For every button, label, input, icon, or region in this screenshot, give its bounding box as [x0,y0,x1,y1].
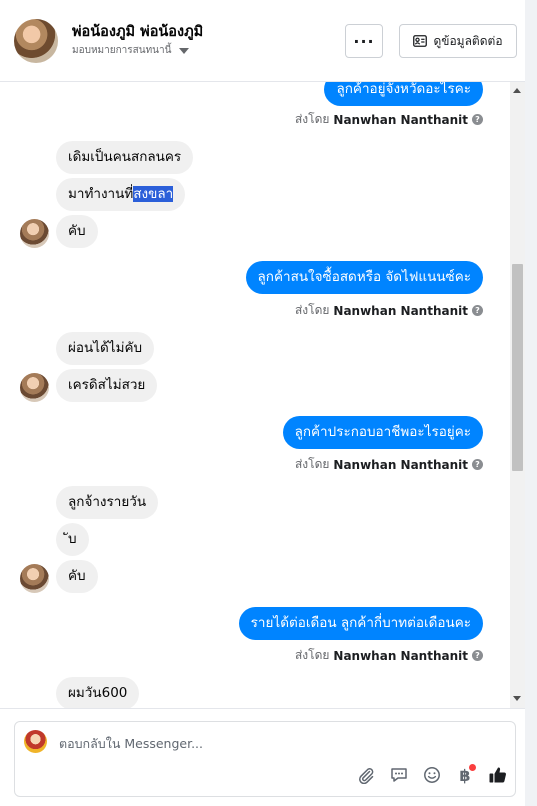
conversation-header: พ่อน้องภูมิ พ่อน้องภูมิ มอบหมายการสนทนาน… [0,0,525,82]
help-icon[interactable]: ? [472,114,483,125]
incoming-message[interactable]: ผ่อนได้ไม่คับ [56,332,155,365]
incoming-message[interactable]: มาทำงานที่สงขลา [56,178,186,211]
assign-conversation-label: มอบหมายการสนทนานี้ [72,45,172,56]
incoming-message[interactable]: คับ [56,215,98,248]
message-row-incoming: คับ [56,560,98,593]
sent-by-line: ส่งโดย Nanwhan Nanthanit ? [295,455,483,474]
contact-avatar[interactable] [14,19,58,63]
message-row-incoming: ับ [56,523,89,556]
sender-avatar[interactable] [20,373,49,402]
sent-by-agent[interactable]: Nanwhan Nanthanit [333,649,468,663]
message-row-incoming: เดิมเป็นคนสกลนคร [56,141,194,174]
outgoing-message[interactable]: ลูกค้าสนใจซื้อสดหรือ จัดไฟแนนซ์คะ [245,261,483,294]
message-row-outgoing: ลูกค้าอยู่จังหวัดอะไรคะ [324,82,483,106]
message-row-incoming: เครดิสไม่สวย [56,369,158,402]
caret-down-icon [179,48,190,54]
reply-composer[interactable]: ฿ [14,721,516,797]
assign-conversation-dropdown[interactable]: มอบหมายการสนทนานี้ [72,43,190,58]
message-row-incoming: ผมวัน600 [56,677,140,708]
reply-input[interactable] [59,736,359,751]
contact-info-label: ดูข้อมูลติดต่อ [433,33,503,48]
selected-text: สงขลา [133,186,174,202]
sent-by-line: ส่งโดย Nanwhan Nanthanit ? [295,301,483,320]
composer-toolbar: ฿ [355,764,509,786]
help-icon[interactable]: ? [472,459,483,470]
sent-by-line: ส่งโดย Nanwhan Nanthanit ? [295,110,483,129]
sent-by-prefix: ส่งโดย [294,112,330,126]
sent-by-prefix: ส่งโดย [294,457,330,471]
scroll-up-arrow-icon[interactable] [513,88,521,93]
message-row-outgoing: ลูกค้าสนใจซื้อสดหรือ จัดไฟแนนซ์คะ [245,261,483,294]
outgoing-message[interactable]: ลูกค้าอยู่จังหวัดอะไรคะ [324,82,483,106]
sent-by-prefix: ส่งโดย [294,303,330,317]
chat-bubble-icon[interactable] [388,764,410,786]
message-row-incoming: มาทำงานที่สงขลา [56,178,186,211]
message-text: มาทำงานที่ [68,186,134,202]
more-options-button[interactable]: ··· [345,24,383,58]
composer-area: ฿ [0,708,525,806]
incoming-message[interactable]: เดิมเป็นคนสกลนคร [56,141,194,174]
incoming-message[interactable]: เครดิสไม่สวย [56,369,158,402]
outgoing-message[interactable]: ลูกค้าประกอบอาชีพอะไรอยู่คะ [282,416,483,449]
sent-by-prefix: ส่งโดย [294,648,330,662]
help-icon[interactable]: ? [472,650,483,661]
paperclip-icon[interactable] [355,764,377,786]
sender-avatar[interactable] [20,219,49,248]
message-row-incoming: คับ [56,215,98,248]
scroll-down-arrow-icon[interactable] [513,696,521,701]
baht-icon[interactable]: ฿ [454,764,476,786]
sent-by-agent[interactable]: Nanwhan Nanthanit [333,458,468,472]
sender-avatar[interactable] [20,564,49,593]
help-icon[interactable]: ? [472,305,483,316]
page-avatar [24,730,47,753]
message-thread[interactable]: ลูกค้าอยู่จังหวัดอะไรคะ ส่งโดย Nanwhan N… [0,82,510,708]
incoming-message[interactable]: คับ [56,560,98,593]
incoming-message[interactable]: ับ [56,523,89,556]
message-row-incoming: ผ่อนได้ไม่คับ [56,332,155,365]
window-edge [525,0,537,806]
sent-by-line: ส่งโดย Nanwhan Nanthanit ? [295,646,483,665]
scrollbar-thumb[interactable] [512,264,523,471]
thumbs-up-icon[interactable] [487,764,509,786]
incoming-message[interactable]: ลูกจ้างรายวัน [56,486,159,519]
message-row-incoming: ลูกจ้างรายวัน [56,486,159,519]
outgoing-message[interactable]: รายได้ต่อเดือน ลูกค้ากี่บาทต่อเดือนคะ [238,607,483,640]
sent-by-agent[interactable]: Nanwhan Nanthanit [333,113,468,127]
smiley-icon[interactable] [421,764,443,786]
message-row-outgoing: รายได้ต่อเดือน ลูกค้ากี่บาทต่อเดือนคะ [238,607,483,640]
incoming-message[interactable]: ผมวัน600 [56,677,140,708]
view-contact-info-button[interactable]: ดูข้อมูลติดต่อ [399,24,517,58]
contact-card-icon [413,35,428,47]
notification-dot [469,764,476,771]
message-row-outgoing: ลูกค้าประกอบอาชีพอะไรอยู่คะ [282,416,483,449]
contact-name[interactable]: พ่อน้องภูมิ พ่อน้องภูมิ [72,20,203,43]
sent-by-agent[interactable]: Nanwhan Nanthanit [333,304,468,318]
